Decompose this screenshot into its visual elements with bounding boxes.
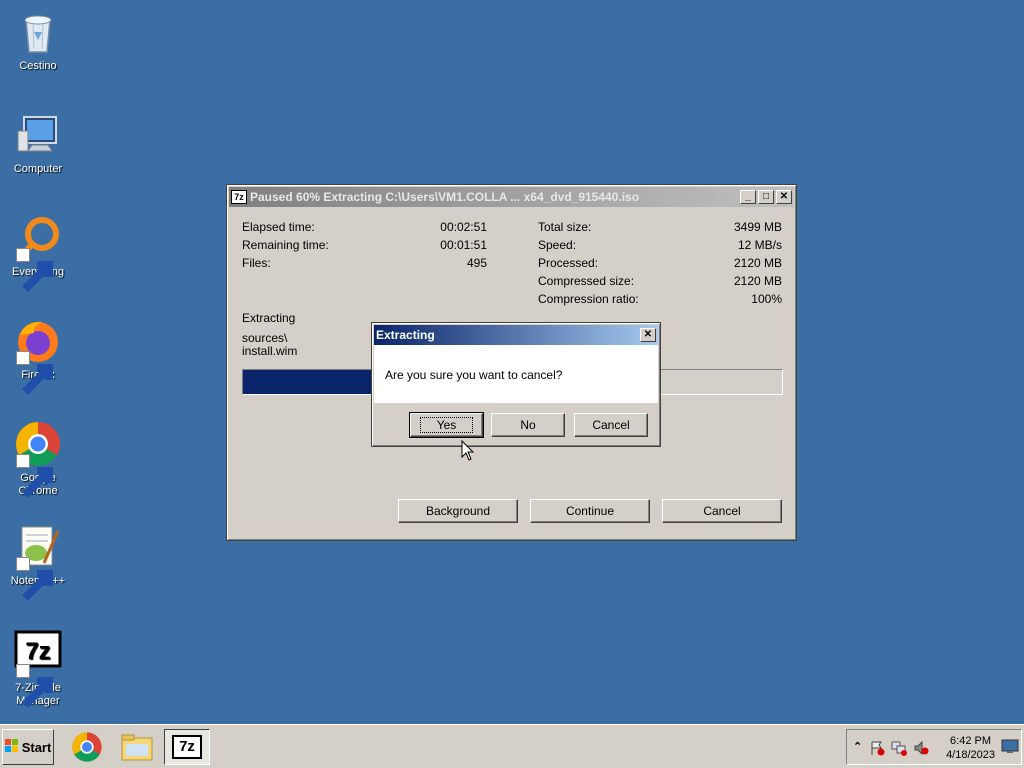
- desktop-icon-notepadpp[interactable]: Notepad++: [0, 523, 76, 601]
- current-path: sources\: [242, 331, 288, 345]
- start-label: Start: [21, 739, 52, 755]
- status-label: Extracting: [242, 311, 296, 325]
- processed-label: Processed:: [538, 256, 599, 270]
- everything-search-icon: [14, 214, 62, 292]
- yes-button[interactable]: Yes: [409, 412, 484, 438]
- taskbar-explorer[interactable]: [114, 729, 160, 765]
- shortcut-arrow-icon: [16, 557, 53, 601]
- dialog-close-button[interactable]: ✕: [640, 328, 656, 342]
- dialog-title-bar[interactable]: Extracting ✕: [374, 325, 658, 345]
- show-desktop-icon[interactable]: [1001, 738, 1019, 757]
- volume-muted-icon[interactable]: [913, 740, 929, 759]
- sevenzip-icon: 7z: [14, 630, 62, 708]
- desktop-icon-firefox[interactable]: Firefox: [0, 317, 76, 395]
- recycle-bin-icon: [14, 8, 62, 56]
- elapsed-time-label: Elapsed time:: [242, 220, 315, 234]
- processed-value: 2120 MB: [733, 256, 782, 270]
- start-button[interactable]: Start: [2, 729, 54, 765]
- dialog-message: Are you sure you want to cancel?: [385, 368, 563, 382]
- clock-time: 6:42 PM: [950, 735, 992, 747]
- yes-button-label: Yes: [419, 417, 474, 433]
- taskbar-chrome[interactable]: [64, 729, 110, 765]
- title-bar[interactable]: 7z Paused 60% Extracting C:\Users\VM1.CO…: [229, 187, 794, 207]
- taskbar: Start 7z ⌃ 6:42 PM 4/18/2023: [0, 724, 1024, 768]
- firefox-icon: [14, 317, 62, 395]
- dialog-message-area: Are you sure you want to cancel?: [374, 345, 658, 403]
- desktop-icon-chrome[interactable]: Google Chrome: [0, 420, 76, 498]
- taskbar-7zip[interactable]: 7z: [164, 729, 210, 765]
- svg-text:7z: 7z: [25, 638, 50, 665]
- desktop-icon-label: Cestino: [19, 60, 57, 72]
- show-hidden-icons-chevron-icon[interactable]: ⌃: [853, 740, 862, 753]
- sevenzip-icon: 7z: [172, 735, 202, 759]
- system-tray: ⌃ 6:42 PM 4/18/2023: [846, 729, 1022, 765]
- continue-button[interactable]: Continue: [530, 499, 650, 523]
- shortcut-arrow-icon: [16, 454, 53, 498]
- dialog-title: Extracting: [376, 328, 435, 342]
- action-center-flag-icon[interactable]: [869, 740, 885, 759]
- files-value: 495: [466, 256, 487, 270]
- cancel-extract-button[interactable]: Cancel: [662, 499, 782, 523]
- total-size-value: 3499 MB: [733, 220, 782, 234]
- desktop-icon-label: Computer: [13, 163, 63, 175]
- clock-date: 4/18/2023: [946, 749, 995, 761]
- close-button[interactable]: ✕: [776, 190, 792, 204]
- clock[interactable]: 6:42 PM 4/18/2023: [946, 734, 995, 762]
- desktop-icon-everything[interactable]: Everything: [0, 214, 76, 292]
- current-file: install.wim: [242, 344, 298, 358]
- remaining-time-value: 00:01:51: [440, 238, 487, 252]
- chrome-icon: [14, 420, 62, 498]
- notepadpp-icon: [14, 523, 62, 601]
- desktop-icon-recycle-bin[interactable]: Cestino: [0, 8, 76, 73]
- speed-value: 12 MB/s: [737, 238, 782, 252]
- elapsed-time-value: 00:02:51: [440, 220, 487, 234]
- compressed-size-label: Compressed size:: [538, 274, 635, 288]
- mouse-cursor-icon: [461, 439, 475, 462]
- minimize-button[interactable]: _: [740, 190, 756, 204]
- compression-ratio-label: Compression ratio:: [538, 292, 639, 306]
- no-button[interactable]: No: [491, 413, 565, 437]
- compression-ratio-value: 100%: [751, 292, 782, 306]
- cancel-button[interactable]: Cancel: [574, 413, 648, 437]
- desktop-icon-7zip[interactable]: 7z 7-Zip File Manager: [0, 630, 76, 708]
- remaining-time-label: Remaining time:: [242, 238, 329, 252]
- folder-icon: [121, 734, 153, 761]
- windows-logo-icon: [4, 738, 19, 756]
- speed-label: Speed:: [538, 238, 577, 252]
- confirm-cancel-dialog: Extracting ✕ Are you sure you want to ca…: [371, 322, 661, 447]
- shortcut-arrow-icon: [16, 664, 53, 708]
- total-size-label: Total size:: [538, 220, 592, 234]
- chrome-icon: [72, 732, 102, 762]
- computer-icon: [14, 111, 62, 159]
- network-icon[interactable]: [891, 740, 907, 759]
- shortcut-arrow-icon: [16, 351, 53, 395]
- desktop-icon-computer[interactable]: Computer: [0, 111, 76, 176]
- sevenzip-title-icon: 7z: [231, 190, 247, 204]
- maximize-button[interactable]: □: [758, 190, 774, 204]
- files-label: Files:: [242, 256, 271, 270]
- shortcut-arrow-icon: [16, 248, 53, 292]
- background-button[interactable]: Background: [398, 499, 518, 523]
- window-title: Paused 60% Extracting C:\Users\VM1.COLLA…: [250, 190, 640, 204]
- compressed-size-value: 2120 MB: [733, 274, 782, 288]
